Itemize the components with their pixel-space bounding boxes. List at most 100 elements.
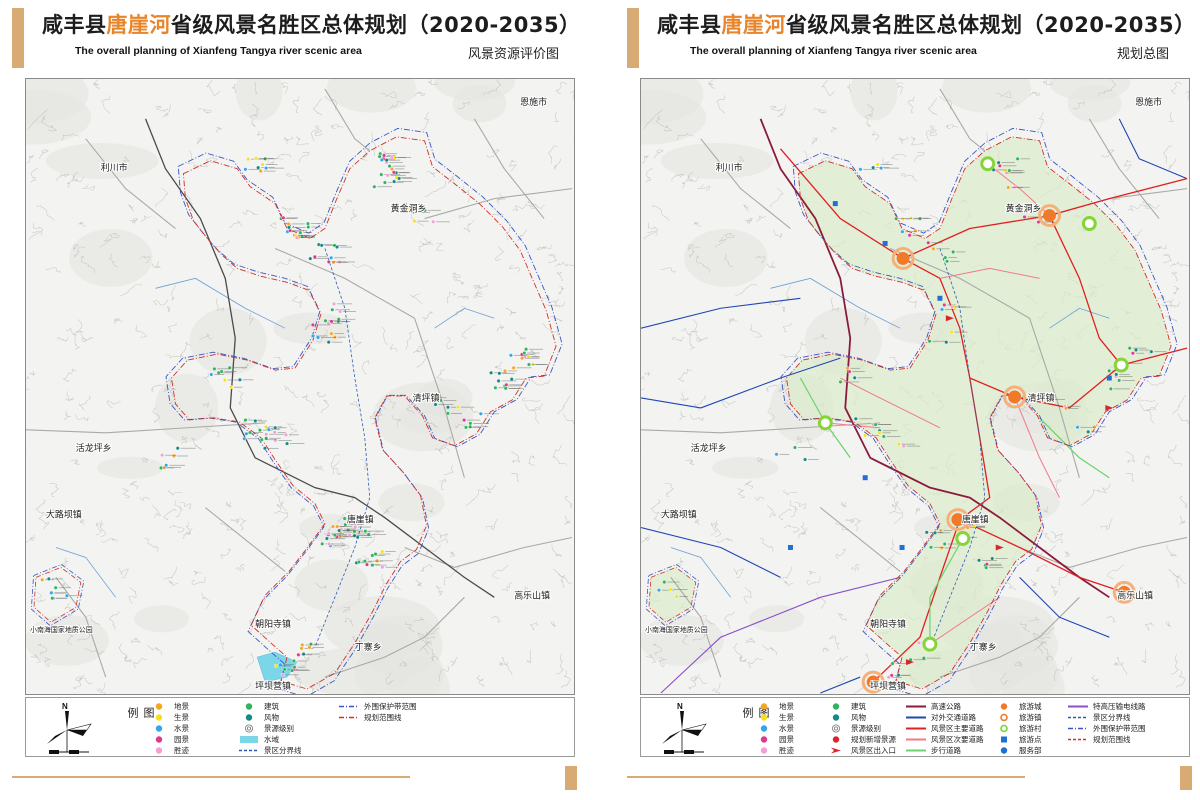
scenic-spot-marker[interactable] (237, 377, 242, 382)
scenic-spot-marker[interactable] (504, 382, 509, 387)
scenic-spot-marker[interactable] (247, 430, 252, 435)
scenic-spot-marker[interactable] (996, 160, 1001, 165)
scenic-spot-marker[interactable] (326, 531, 331, 536)
tourist-village-marker[interactable] (955, 531, 971, 546)
scenic-spot-marker[interactable] (924, 530, 929, 535)
tourist-point-marker[interactable] (899, 544, 905, 550)
scenic-spot-marker[interactable] (380, 549, 385, 554)
scenic-spot-marker[interactable] (462, 418, 467, 423)
scenic-spot-marker[interactable] (327, 541, 332, 546)
scenic-resource-evaluation-map[interactable]: 利川市 恩施市 黄金洞乡 清坪镇 活龙坪乡 大路坝镇 唐崖镇 高乐山镇 朝阳寺镇… (25, 78, 575, 695)
scenic-spot-marker[interactable] (299, 646, 304, 651)
scenic-spot-marker[interactable] (774, 452, 779, 457)
scenic-spot-marker[interactable] (931, 246, 936, 251)
scenic-spot-marker[interactable] (305, 221, 310, 226)
scenic-spot-marker[interactable] (990, 556, 995, 561)
scenic-spot-marker[interactable] (370, 563, 375, 568)
scenic-spot-marker[interactable] (373, 552, 378, 557)
scenic-spot-marker[interactable] (326, 340, 331, 345)
scenic-spot-marker[interactable] (329, 331, 334, 336)
scenic-spot-marker[interactable] (324, 536, 329, 541)
scenic-spot-marker[interactable] (940, 307, 944, 312)
scenic-spot-marker[interactable] (1007, 168, 1012, 173)
scenic-spot-marker[interactable] (933, 530, 938, 535)
scenic-spot-marker[interactable] (908, 216, 913, 221)
tourist-village-marker[interactable] (1081, 216, 1097, 232)
scenic-spot-marker[interactable] (258, 169, 263, 174)
scenic-spot-marker[interactable] (335, 245, 340, 250)
scenic-spot-marker[interactable] (266, 427, 271, 432)
scenic-spot-marker[interactable] (372, 184, 377, 189)
tourist-point-marker[interactable] (787, 544, 793, 550)
scenic-spot-marker[interactable] (319, 243, 324, 248)
scenic-spot-marker[interactable] (291, 659, 296, 664)
scenic-spot-marker[interactable] (364, 562, 369, 567)
scenic-spot-marker[interactable] (164, 463, 169, 468)
tourist-village-marker[interactable] (922, 636, 938, 652)
scenic-spot-marker[interactable] (222, 378, 227, 383)
tourist-point-marker[interactable] (937, 295, 943, 301)
scenic-spot-marker[interactable] (282, 667, 287, 672)
scenic-spot-marker[interactable] (938, 528, 943, 533)
scenic-spot-marker[interactable] (489, 370, 494, 375)
scenic-spot-marker[interactable] (503, 368, 508, 373)
scenic-spot-marker[interactable] (942, 541, 947, 546)
scenic-spot-marker[interactable] (520, 356, 525, 361)
scenic-spot-marker[interactable] (468, 421, 473, 426)
scenic-spot-marker[interactable] (511, 365, 516, 370)
scenic-spot-marker[interactable] (272, 430, 277, 435)
scenic-spot-marker[interactable] (50, 596, 55, 601)
scenic-spot-marker[interactable] (264, 166, 269, 171)
scenic-spot-marker[interactable] (845, 366, 850, 371)
scenic-spot-marker[interactable] (159, 465, 163, 470)
scenic-spot-marker[interactable] (310, 322, 315, 327)
scenic-spot-marker[interactable] (438, 398, 443, 403)
scenic-spot-marker[interactable] (294, 235, 299, 240)
scenic-spot-marker[interactable] (385, 173, 390, 178)
scenic-spot-marker[interactable] (391, 170, 396, 175)
scenic-spot-marker[interactable] (262, 446, 267, 451)
tourist-town-marker[interactable] (1008, 390, 1022, 404)
scenic-spot-marker[interactable] (296, 652, 301, 657)
scenic-spot-marker[interactable] (243, 167, 248, 172)
tourist-village-marker[interactable] (817, 415, 833, 431)
scenic-spot-marker[interactable] (522, 351, 527, 356)
scenic-spot-marker[interactable] (330, 307, 335, 312)
scenic-spot-marker[interactable] (803, 457, 808, 462)
scenic-spot-marker[interactable] (389, 155, 394, 160)
scenic-spot-marker[interactable] (1022, 214, 1027, 219)
scenic-spot-marker[interactable] (283, 432, 288, 437)
scenic-spot-marker[interactable] (879, 166, 884, 171)
scenic-spot-marker[interactable] (668, 587, 673, 592)
scenic-spot-marker[interactable] (281, 215, 286, 220)
scenic-spot-marker[interactable] (875, 162, 880, 167)
scenic-spot-marker[interactable] (1086, 429, 1091, 434)
scenic-spot-marker[interactable] (242, 436, 247, 441)
scenic-spot-marker[interactable] (347, 533, 352, 538)
scenic-spot-marker[interactable] (286, 221, 291, 226)
scenic-spot-marker[interactable] (382, 153, 387, 158)
scenic-spot-marker[interactable] (246, 157, 251, 162)
scenic-spot-marker[interactable] (329, 255, 334, 260)
scenic-spot-marker[interactable] (984, 565, 989, 570)
scenic-spot-marker[interactable] (310, 333, 315, 338)
scenic-spot-marker[interactable] (943, 255, 948, 260)
scenic-spot-marker[interactable] (1092, 424, 1097, 429)
scenic-spot-marker[interactable] (64, 593, 69, 598)
scenic-spot-marker[interactable] (254, 156, 259, 161)
scenic-spot-marker[interactable] (331, 260, 336, 265)
scenic-spot-marker[interactable] (951, 249, 956, 254)
scenic-spot-marker[interactable] (380, 565, 385, 570)
scenic-spot-marker[interactable] (497, 371, 502, 376)
scenic-spot-marker[interactable] (1006, 185, 1011, 190)
scenic-spot-marker[interactable] (49, 590, 54, 595)
scenic-spot-marker[interactable] (353, 525, 358, 530)
scenic-spot-marker[interactable] (445, 411, 450, 416)
scenic-spot-marker[interactable] (456, 405, 461, 410)
scenic-spot-marker[interactable] (264, 424, 269, 429)
scenic-spot-marker[interactable] (209, 372, 214, 377)
scenic-spot-marker[interactable] (656, 588, 661, 593)
scenic-spot-marker[interactable] (913, 228, 918, 233)
scenic-spot-marker[interactable] (847, 369, 852, 374)
scenic-spot-marker[interactable] (306, 225, 311, 230)
